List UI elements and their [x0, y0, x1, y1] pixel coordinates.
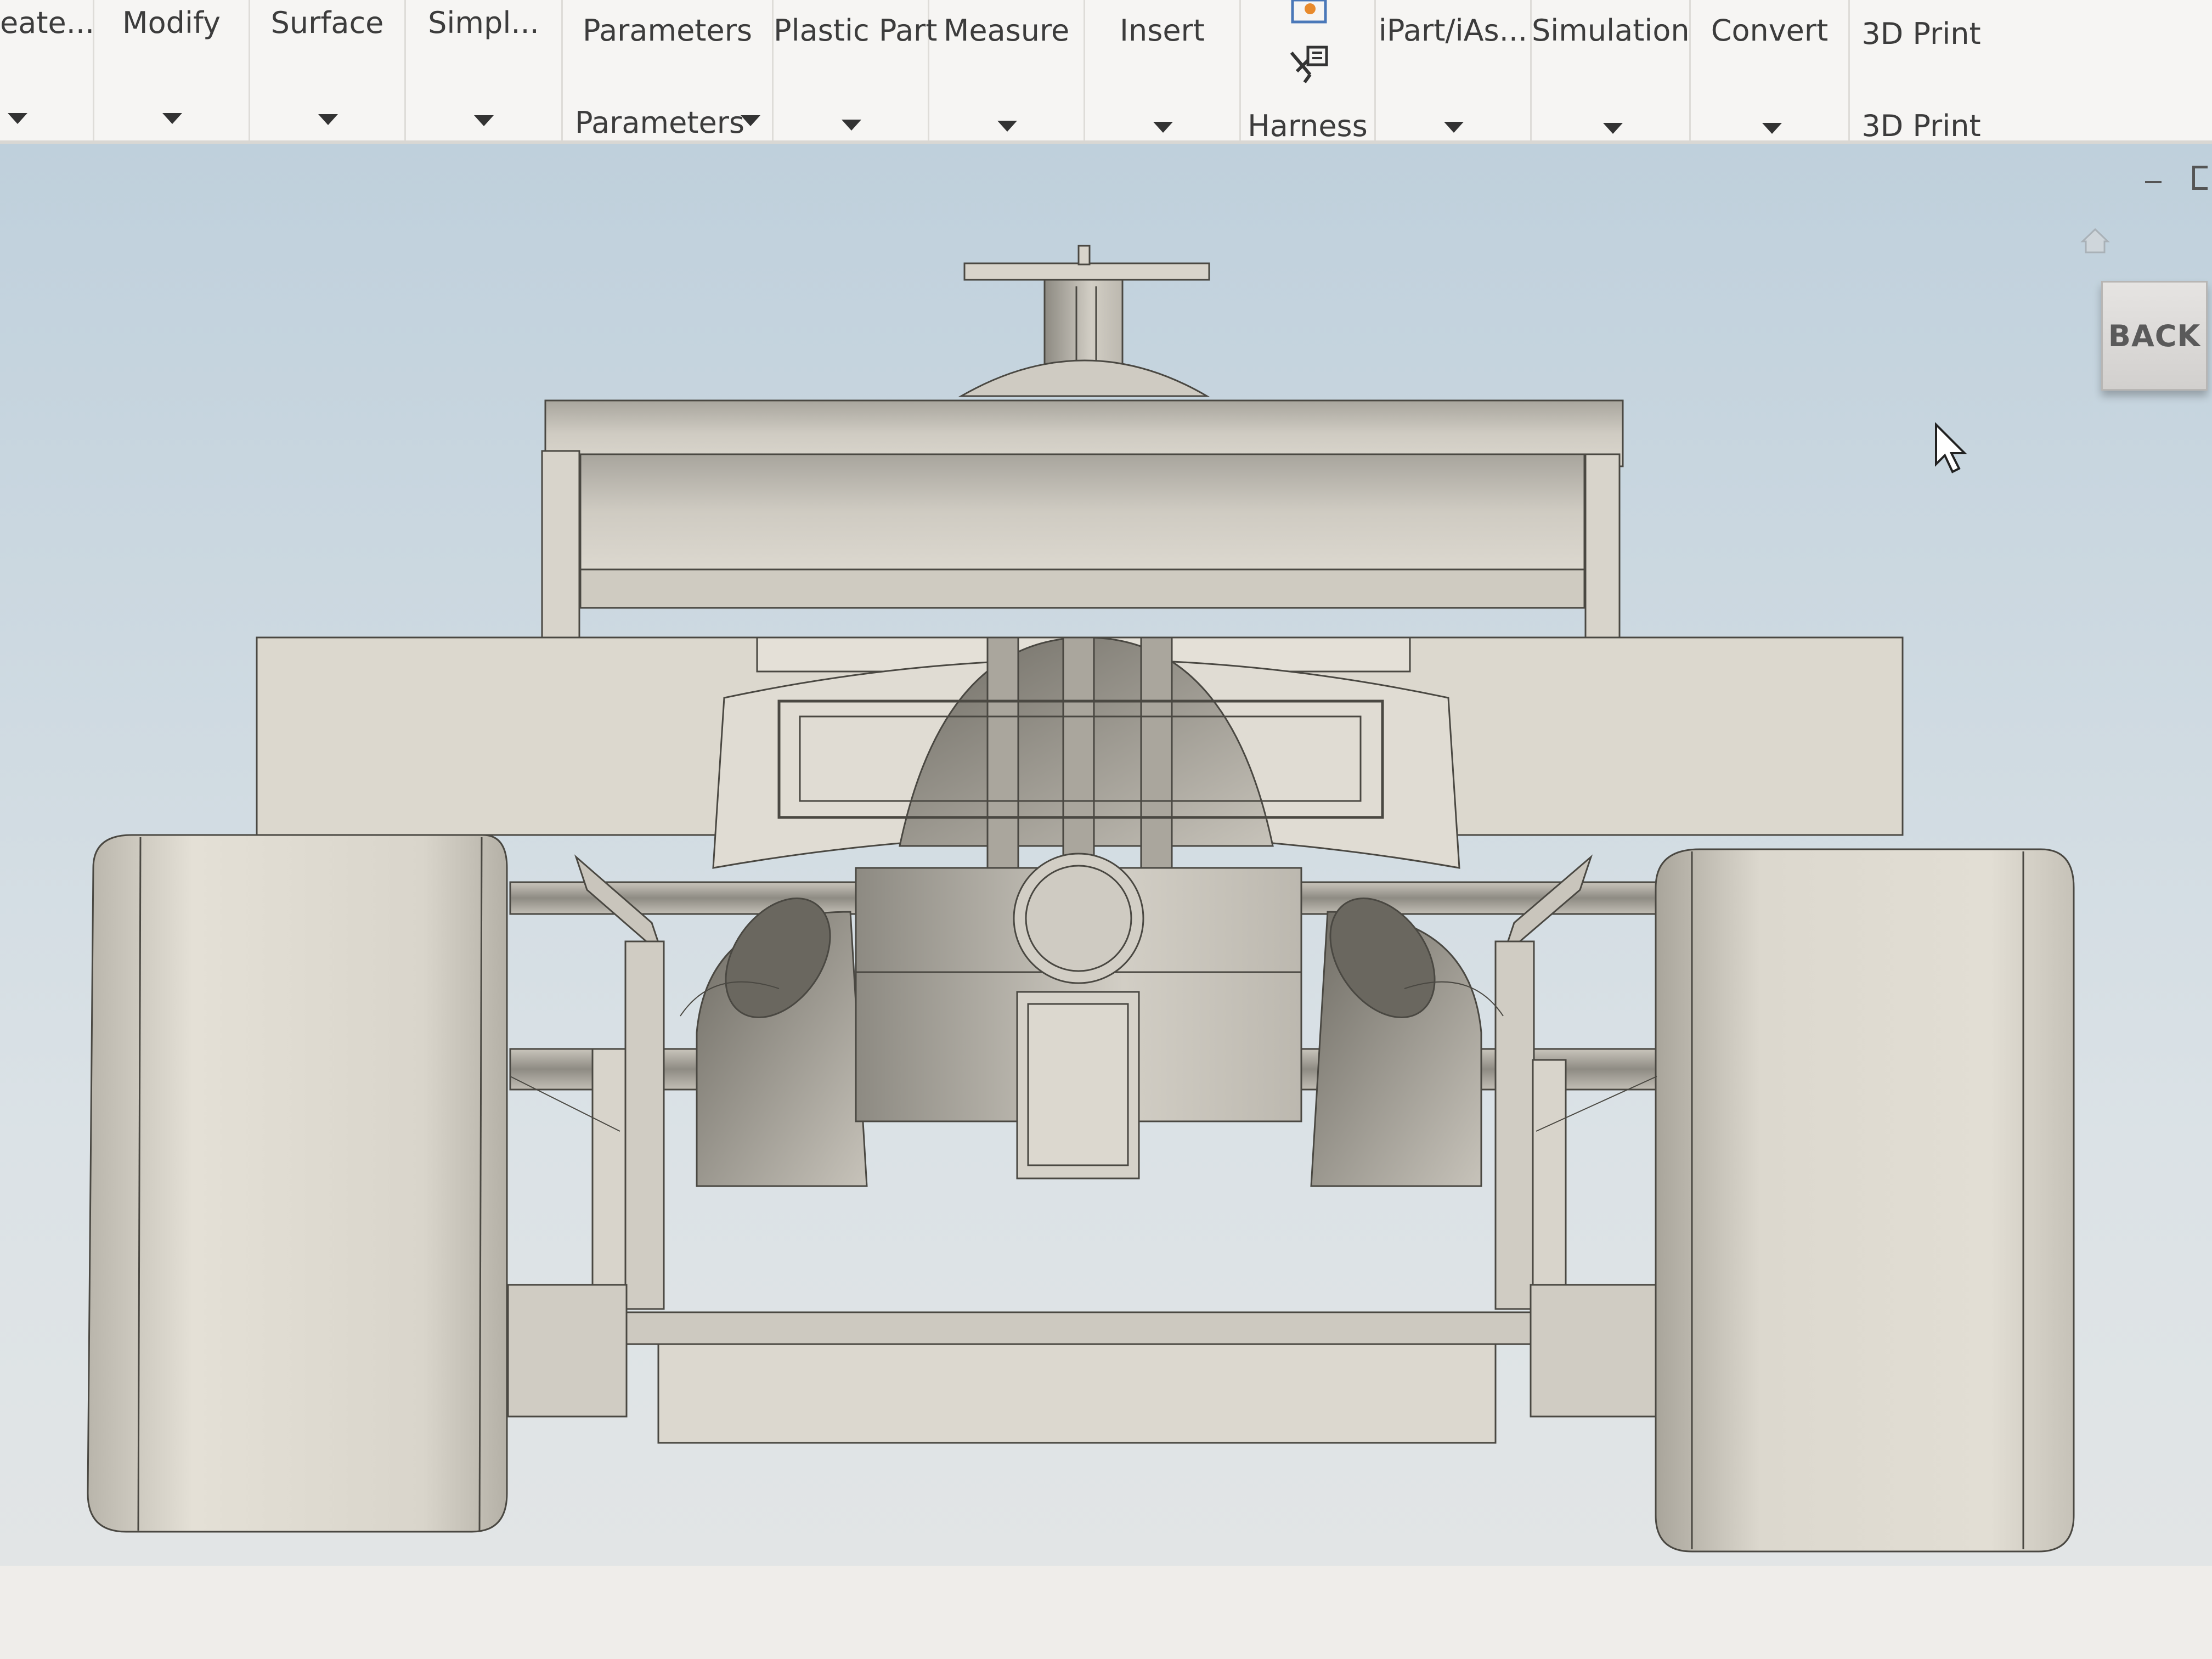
mouse-pointer-icon [1935, 422, 1967, 473]
ribbon-toolbar: eate... Modify Surface Simpl... Paramete… [0, 0, 2212, 144]
chevron-down-icon[interactable] [997, 121, 1017, 132]
panel-parameters-label: Parameters [574, 105, 745, 140]
3d-print-button-label: 3D Print [1861, 16, 1981, 51]
panel-insert-label: Insert [1120, 13, 1205, 48]
panel-modify[interactable]: Modify [94, 0, 250, 140]
chevron-down-icon[interactable] [842, 120, 861, 131]
panel-harness[interactable]: Harness [1241, 0, 1376, 143]
harness-create-icon[interactable] [1288, 0, 1332, 27]
rear-wing-main [579, 453, 1585, 571]
panel-harness-label: Harness [1248, 109, 1368, 143]
panel-simulation[interactable]: Simulation [1532, 0, 1691, 140]
chevron-down-icon[interactable] [162, 113, 182, 124]
chevron-down-icon[interactable] [474, 115, 494, 126]
viewcube-back-face[interactable]: BACK [2101, 281, 2208, 391]
parameters-button-label: Parameters [582, 13, 753, 48]
panel-insert[interactable]: Insert [1085, 0, 1241, 140]
chevron-down-icon[interactable] [318, 114, 338, 125]
upright-left [624, 940, 665, 1310]
chevron-down-icon[interactable] [8, 113, 27, 124]
panel-3d-print[interactable]: 3D Print 3D Print [1850, 0, 1993, 143]
chevron-down-icon[interactable] [1603, 123, 1623, 134]
panel-parameters[interactable]: Parameters Parameters [563, 0, 774, 140]
panel-3d-print-label: 3D Print [1861, 109, 1981, 143]
rear-tire-left [87, 834, 508, 1533]
chevron-down-icon[interactable] [1153, 122, 1173, 133]
panel-simulation-label: Simulation [1532, 13, 1690, 48]
home-icon[interactable] [2080, 227, 2110, 255]
chevron-down-icon[interactable] [1762, 123, 1782, 134]
panel-convert-label: Convert [1711, 13, 1829, 48]
engine-cover-top [958, 359, 1210, 397]
panel-ipart[interactable]: iPart/iAs... [1376, 0, 1532, 140]
harness-icon[interactable] [1288, 44, 1332, 88]
roll-hoop-bar [963, 262, 1210, 281]
f1-car-rear-model[interactable] [0, 144, 2212, 1566]
floor [657, 1343, 1497, 1444]
upright-right [1494, 940, 1535, 1310]
panel-simplification-label: Simpl... [428, 5, 539, 40]
panel-convert[interactable]: Convert [1691, 0, 1850, 140]
panel-create[interactable]: eate... [0, 0, 94, 140]
graphics-viewport[interactable]: BACK [0, 144, 2212, 1566]
panel-surface-label: Surface [270, 5, 384, 40]
camera-mount [1077, 245, 1091, 266]
rear-wing-flap [579, 568, 1585, 609]
rear-tire-right [1655, 848, 2075, 1553]
panel-surface[interactable]: Surface [250, 0, 406, 140]
panel-measure[interactable]: Measure [929, 0, 1085, 140]
minimize-icon[interactable] [2145, 181, 2162, 183]
status-strip [0, 1566, 2212, 1659]
maximize-icon[interactable] [2192, 166, 2208, 190]
panel-create-label: eate... [0, 5, 95, 40]
panel-plastic-part[interactable]: Plastic Part [774, 0, 938, 140]
panel-ipart-label: iPart/iAs... [1378, 13, 1528, 48]
floor-edge [591, 1311, 1565, 1345]
chevron-down-icon[interactable] [741, 115, 760, 126]
chevron-down-icon[interactable] [1444, 122, 1464, 133]
panel-measure-label: Measure [943, 13, 1070, 48]
panel-plastic-part-label: Plastic Part [774, 13, 938, 48]
panel-modify-label: Modify [122, 5, 221, 40]
panel-simplification[interactable]: Simpl... [406, 0, 563, 140]
